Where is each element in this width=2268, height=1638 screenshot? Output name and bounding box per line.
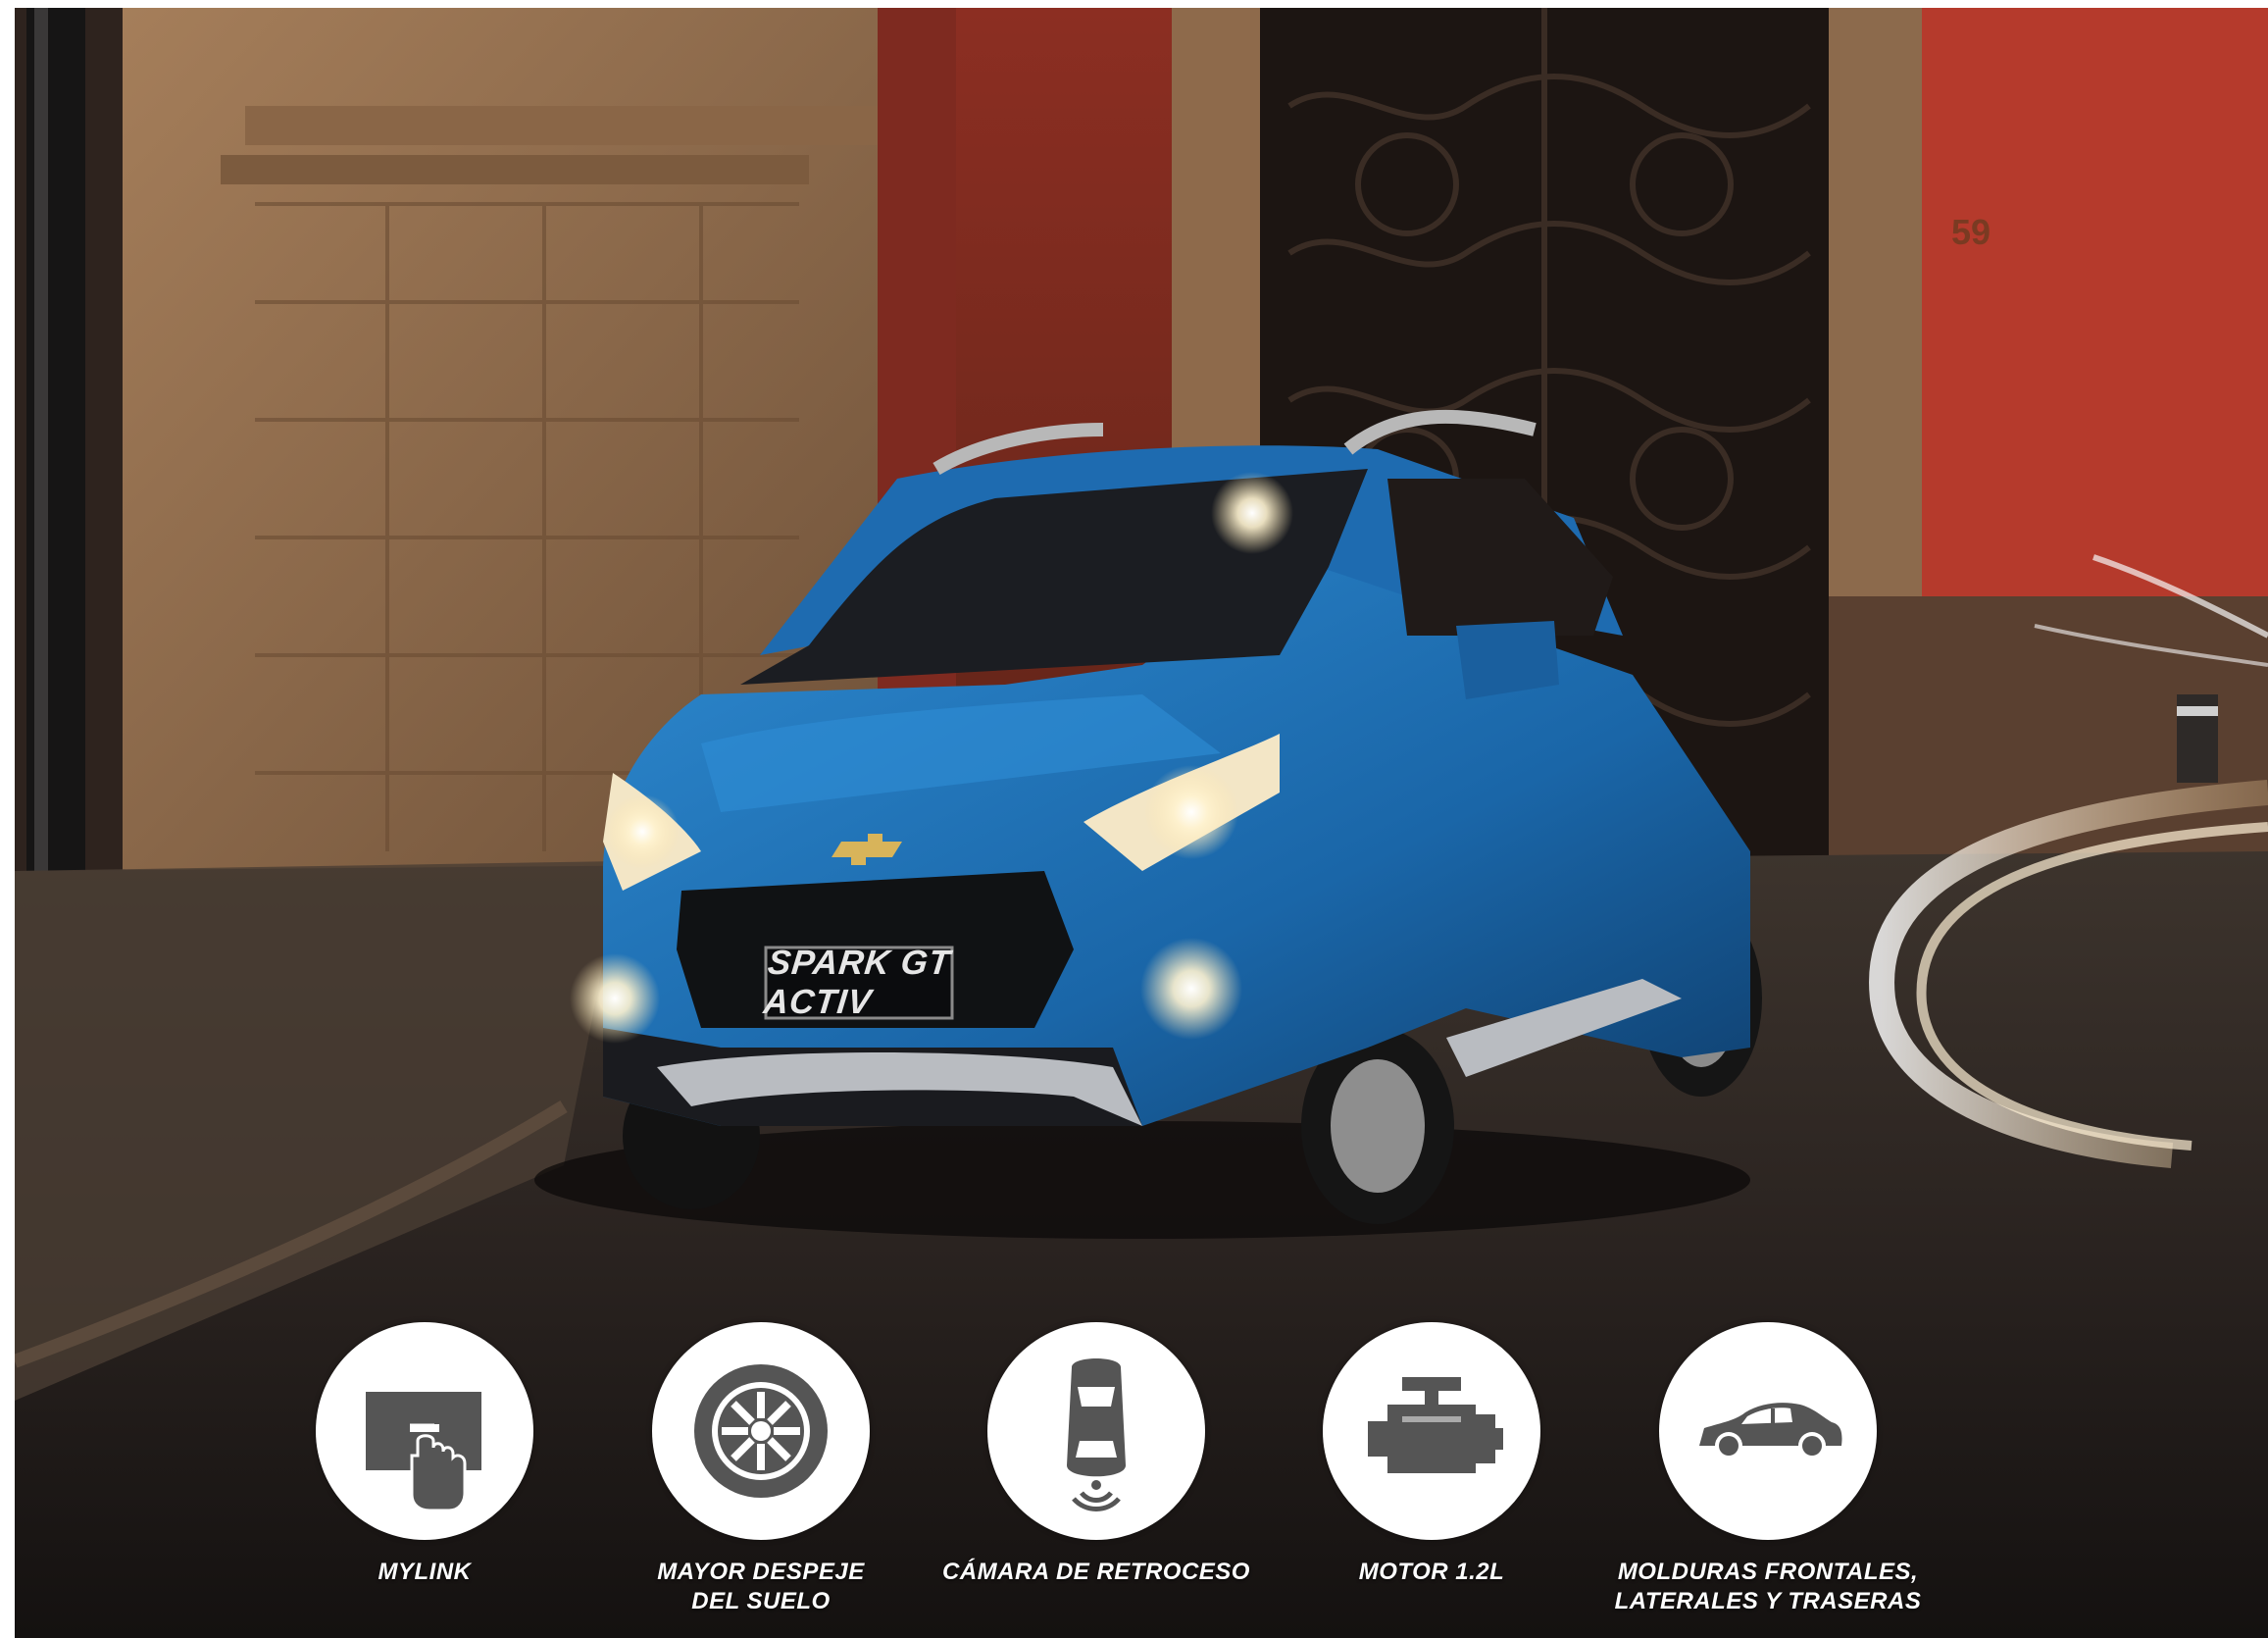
- feature-label-line: DEL SUELO: [691, 1588, 831, 1614]
- rear-camera-car-icon: [1067, 1358, 1126, 1511]
- touchscreen-icon: [366, 1392, 481, 1512]
- model-plate: SPARK GT ACTIV: [761, 944, 953, 1021]
- feature-label-line: MAYOR DESPEJE: [657, 1559, 865, 1585]
- house-number: 59: [1951, 212, 1991, 252]
- advert-page: 59 SPARK GT ACTIV MYLINK MAYOR DESPEJE D…: [15, 8, 2268, 1638]
- feature-label-line: CÁMARA DE RETROCESO: [942, 1559, 1250, 1585]
- feature-circle: [1323, 1322, 1540, 1540]
- engine-icon: [1368, 1377, 1503, 1473]
- sedan-car-icon: [1699, 1403, 1842, 1459]
- feature-label-line: LATERALES Y TRASERAS: [1614, 1588, 1922, 1614]
- feature-label: MOTOR 1.2L: [1359, 1558, 1505, 1587]
- feature-label: MAYOR DESPEJE DEL SUELO: [657, 1558, 864, 1616]
- feature-label-line: MOTOR 1.2L: [1358, 1559, 1505, 1585]
- feature-label: MOLDURAS FRONTALES, LATERALES Y TRASERAS: [1615, 1558, 1922, 1616]
- feature-label: CÁMARA DE RETROCESO: [942, 1558, 1250, 1587]
- feature-circle: [316, 1322, 533, 1540]
- feature-label-line: MYLINK: [378, 1559, 472, 1585]
- wheel-icon: [694, 1364, 828, 1498]
- feature-moldings: MOLDURAS FRONTALES, LATERALES Y TRASERAS: [1562, 1322, 1974, 1626]
- feature-circle: [652, 1322, 870, 1540]
- feature-circle: [1659, 1322, 1877, 1540]
- feature-circle: [987, 1322, 1205, 1540]
- feature-label: MYLINK: [378, 1558, 472, 1587]
- feature-row: MYLINK MAYOR DESPEJE DEL SUELO CÁMARA DE…: [15, 1322, 2268, 1638]
- feature-label-line: MOLDURAS FRONTALES,: [1617, 1559, 1919, 1585]
